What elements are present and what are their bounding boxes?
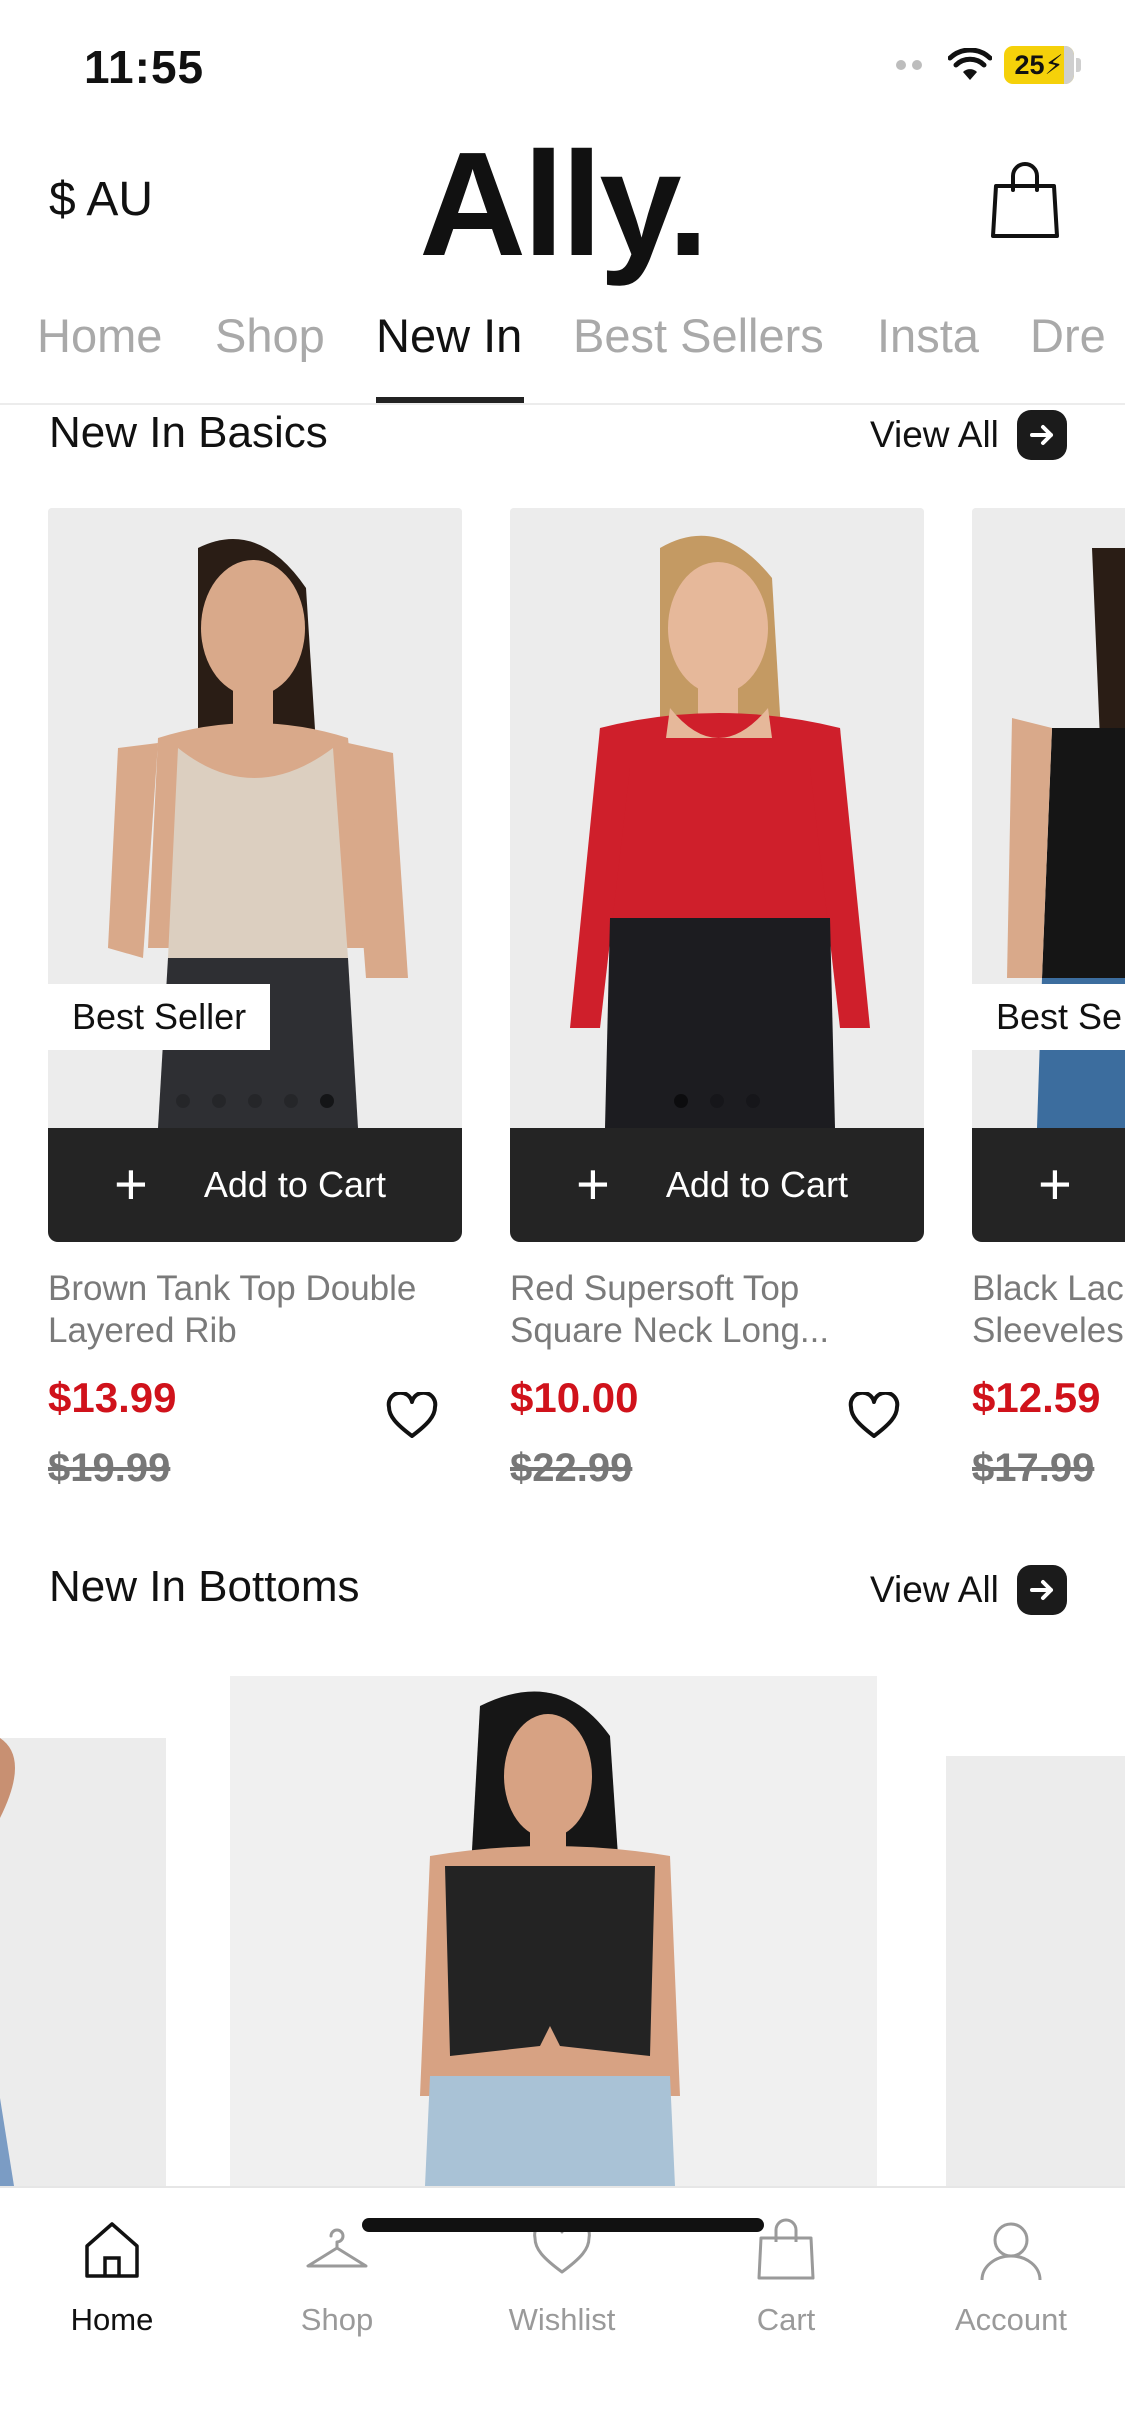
product-image[interactable] [510,508,924,1128]
tab-shop[interactable]: Shop [215,308,325,363]
arrow-right-icon [1016,410,1067,460]
home-icon [85,2222,139,2278]
product-card[interactable]: Best Se + Black Lac Sleeveles $12.59 $17… [972,508,1125,1504]
battery-icon: 25 ⚡ [1004,46,1074,84]
add-to-cart-button[interactable]: + Add to Cart [48,1128,462,1242]
category-tabs: Home Shop New In Best Sellers Insta Dre [0,290,1125,405]
active-tab-indicator [376,397,524,403]
product-card[interactable]: Best Seller + Add to Cart Brown Tank Top… [48,508,462,1504]
nav-cart[interactable]: Cart [686,2214,886,2338]
original-price: $19.99 [48,1446,171,1490]
plus-icon: + [114,1152,148,1217]
add-to-cart-label: Add to Cart [665,1164,848,1205]
add-to-cart-button[interactable]: + [972,1128,1125,1242]
wishlist-heart-icon[interactable] [848,1392,900,1440]
nav-shop[interactable]: Shop [237,2214,437,2338]
product-image[interactable] [230,1676,877,2186]
nav-label: Home [70,2302,154,2337]
nav-label: Account [954,2302,1067,2337]
tab-insta[interactable]: Insta [877,308,979,363]
section-title-bottoms: New In Bottoms [49,1562,360,1611]
view-all-basics-button[interactable]: View All [870,410,1067,460]
tab-best-sellers[interactable]: Best Sellers [573,308,824,363]
sale-price: $12.59 [972,1374,1101,1421]
status-bar: 11:55 25 ⚡ [0,0,1125,130]
arrow-right-icon [1016,1565,1067,1615]
status-indicators: 25 ⚡ [896,46,1081,84]
product-image[interactable]: Best Seller [48,508,462,1128]
product-name[interactable]: Brown Tank Top Double Layered Rib [48,1268,462,1352]
add-to-cart-label: Add to Cart [203,1164,386,1205]
add-to-cart-button[interactable]: + Add to Cart [510,1128,924,1242]
product-image[interactable] [0,1738,166,2186]
product-card[interactable]: + Add to Cart Red Supersoft Top Square N… [510,508,924,1504]
nav-label: Cart [756,2302,816,2337]
tab-home[interactable]: Home [37,308,162,363]
nav-home[interactable]: Home [12,2214,212,2338]
product-name[interactable]: Black Lac Sleeveles [972,1268,1125,1352]
status-time: 11:55 [84,41,205,93]
battery-level: 25 [1014,49,1045,80]
model-photo [510,508,924,1128]
image-carousel-dots [48,1094,462,1108]
shopping-bag-icon[interactable] [990,160,1060,240]
view-all-label: View All [870,1569,999,1610]
image-carousel-dots [510,1094,924,1108]
brand-logo[interactable]: Ally. [0,130,1125,280]
best-seller-badge: Best Se [972,984,1125,1050]
nav-wishlist[interactable]: Wishlist [462,2214,662,2338]
plus-icon: + [1038,1152,1072,1217]
view-all-bottoms-button[interactable]: View All [870,1565,1067,1615]
plus-icon: + [576,1152,610,1217]
product-name[interactable]: Red Supersoft Top Square Neck Long... [510,1268,924,1352]
nav-label: Wishlist [508,2302,616,2337]
model-photo [230,1676,877,2186]
best-seller-badge: Best Seller [48,984,271,1050]
view-all-label: View All [870,414,999,455]
nav-label: Shop [300,2302,374,2337]
original-price: $22.99 [510,1446,633,1490]
currency-selector[interactable]: $ AU [49,172,153,227]
product-image[interactable]: Best Se [972,508,1125,1128]
home-indicator[interactable] [362,2218,764,2232]
app-header: Ally. $ AU [0,130,1125,280]
user-icon [980,2222,1042,2281]
product-image[interactable] [946,1756,1125,2186]
nav-account[interactable]: Account [911,2214,1111,2338]
wifi-icon [948,48,992,80]
tab-dresses[interactable]: Dre [1030,308,1106,363]
tab-new-in[interactable]: New In [376,308,522,363]
section-title-basics: New In Basics [49,408,328,457]
cellular-signal-icon [896,60,922,70]
original-price: $17.99 [972,1446,1095,1490]
wishlist-heart-icon[interactable] [386,1392,438,1440]
